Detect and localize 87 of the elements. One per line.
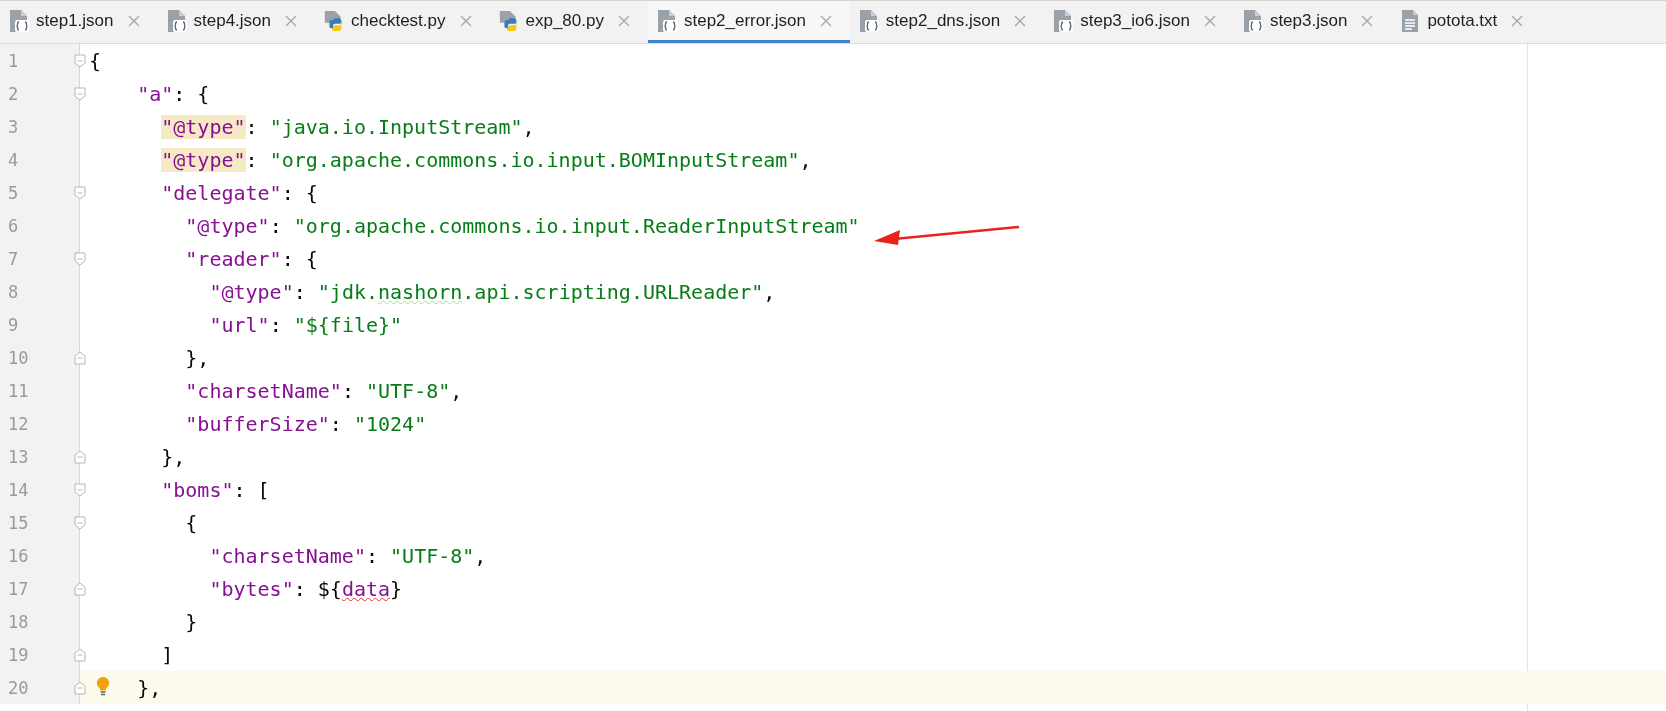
line-number: 14 xyxy=(7,479,29,500)
line-number: 3 xyxy=(7,116,19,137)
fold-start-icon[interactable] xyxy=(74,252,86,266)
json-file-icon xyxy=(857,8,880,33)
json-file-icon xyxy=(8,8,30,33)
line-number: 19 xyxy=(7,644,29,665)
close-icon[interactable] xyxy=(459,14,472,27)
code-line: "bytes": ${data} xyxy=(209,576,403,601)
line-number: 2 xyxy=(7,83,19,104)
editor-tab[interactable]: step3.json xyxy=(1233,1,1392,43)
tab-label: potota.txt xyxy=(1427,10,1498,31)
line-number: 20 xyxy=(7,677,29,698)
close-icon[interactable] xyxy=(1014,14,1027,27)
line-number: 8 xyxy=(7,281,19,302)
editor-tab[interactable]: step2_dns.json xyxy=(849,1,1045,43)
lightbulb-icon[interactable] xyxy=(96,676,110,696)
fold-end-icon[interactable] xyxy=(74,681,86,695)
tab-label: step3_io6.json xyxy=(1080,10,1190,31)
code-line: "delegate": { xyxy=(161,180,318,205)
tab-label: checktest.py xyxy=(351,10,446,31)
code-line: "@type": "java.io.InputStream", xyxy=(161,114,535,139)
tab-label: step2_error.json xyxy=(683,10,806,31)
code-line: "bufferSize": "1024" xyxy=(185,411,427,436)
python-file-icon xyxy=(323,8,345,33)
fold-end-icon[interactable] xyxy=(74,582,86,596)
code-line: "reader": { xyxy=(185,246,318,271)
code-line: "@type": "org.apache.commons.io.input.ReaderInputStream" xyxy=(185,213,860,238)
line-number: 5 xyxy=(7,182,19,203)
fold-end-icon[interactable] xyxy=(74,351,86,365)
code-line: } xyxy=(185,609,198,634)
code-line: ] xyxy=(161,642,174,667)
fold-start-icon[interactable] xyxy=(74,87,86,101)
close-icon[interactable] xyxy=(127,14,140,27)
code-line: { xyxy=(185,510,198,535)
json-file-icon xyxy=(655,8,678,33)
line-number: 4 xyxy=(7,149,19,170)
line-number: 12 xyxy=(7,413,29,434)
code-line: "@type": "jdk.nashorn.api.scripting.URLReader", xyxy=(209,279,776,304)
code-line: "charsetName": "UTF-8", xyxy=(209,543,487,568)
line-number: 6 xyxy=(7,215,19,236)
close-icon[interactable] xyxy=(819,14,832,27)
code-line: }, xyxy=(137,675,162,700)
tab-label: exp_80.py xyxy=(525,10,604,31)
code-line: "charsetName": "UTF-8", xyxy=(185,378,463,403)
line-number: 10 xyxy=(7,347,29,368)
line-number: 15 xyxy=(7,512,29,533)
tab-label: step1.json xyxy=(36,10,114,31)
line-number: 16 xyxy=(7,545,29,566)
tab-label: step2_dns.json xyxy=(885,10,1001,31)
fold-start-icon[interactable] xyxy=(74,516,86,530)
line-number: 11 xyxy=(7,380,29,401)
json-file-icon xyxy=(1052,8,1075,33)
close-icon[interactable] xyxy=(617,14,630,27)
json-file-icon xyxy=(1241,8,1264,33)
line-number: 18 xyxy=(7,611,29,632)
line-number: 17 xyxy=(7,578,29,599)
fold-end-icon[interactable] xyxy=(74,450,86,464)
line-number: 9 xyxy=(7,314,19,335)
close-icon[interactable] xyxy=(285,14,297,27)
code-line: { xyxy=(89,48,102,73)
tab-label: step4.json xyxy=(193,10,271,31)
editor-tab[interactable]: potota.txt xyxy=(1391,1,1542,43)
editor-tab[interactable]: exp_80.py xyxy=(489,1,648,43)
code-line: "@type": "org.apache.commons.io.input.BOMInputStream", xyxy=(161,147,812,172)
close-icon[interactable] xyxy=(1511,14,1524,27)
fold-start-icon[interactable] xyxy=(74,186,86,200)
editor-tab[interactable]: step4.json xyxy=(157,1,315,43)
fold-start-icon[interactable] xyxy=(74,54,86,68)
code-line: "boms": [ xyxy=(161,477,270,502)
close-icon[interactable] xyxy=(1361,14,1374,27)
code-line: }, xyxy=(185,345,210,370)
editor-tab[interactable]: step2_error.json xyxy=(647,1,850,43)
editor-tab[interactable]: checktest.py xyxy=(315,1,490,43)
editor-tab[interactable]: step3_io6.json xyxy=(1044,1,1234,43)
line-number: 7 xyxy=(7,248,19,269)
code-line: "a": { xyxy=(137,81,210,106)
python-file-icon xyxy=(497,8,520,33)
json-file-icon xyxy=(165,8,188,33)
editor-tab[interactable]: step1.json xyxy=(0,1,158,43)
fold-end-icon[interactable] xyxy=(74,648,86,662)
line-number: 13 xyxy=(7,446,29,467)
tab-label: step3.json xyxy=(1269,10,1348,31)
code-line: }, xyxy=(161,444,186,469)
line-number: 1 xyxy=(7,50,19,71)
fold-start-icon[interactable] xyxy=(74,483,86,497)
close-icon[interactable] xyxy=(1203,14,1216,27)
code-line: "url": "${file}" xyxy=(209,312,403,337)
